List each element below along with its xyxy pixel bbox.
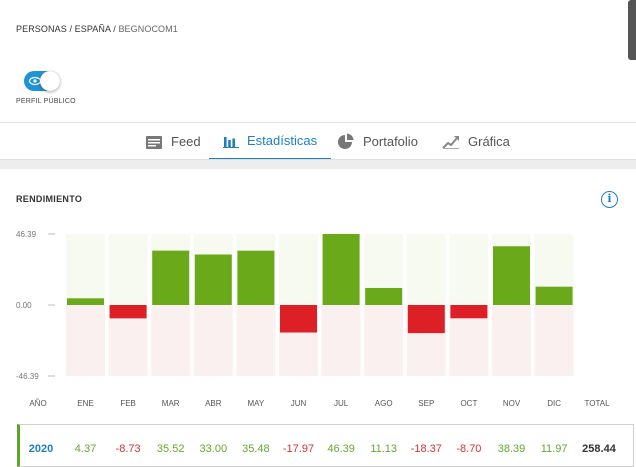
header-month-mar: MAR bbox=[161, 399, 180, 408]
header-month-ago: AGO bbox=[374, 399, 393, 408]
toggle-knob bbox=[40, 71, 60, 91]
breadcrumb-espana[interactable]: ESPAÑA bbox=[75, 24, 111, 34]
row-value-jul: 46.39 bbox=[327, 443, 355, 455]
tab-estadisticas[interactable]: Estadísticas bbox=[209, 123, 332, 160]
info-icon[interactable]: i bbox=[601, 191, 618, 208]
bar-background-negative bbox=[534, 305, 574, 376]
row-value-nov: 38.39 bbox=[497, 443, 526, 455]
header-month-sep: SEP bbox=[418, 399, 435, 408]
header-year: AÑO bbox=[29, 399, 47, 408]
row-value-abr: 33.00 bbox=[199, 443, 228, 455]
section-divider bbox=[0, 159, 636, 169]
public-profile-label: PERFIL PÚBLICO bbox=[16, 98, 76, 105]
bar-jul bbox=[322, 234, 360, 305]
bar-nov bbox=[493, 246, 530, 305]
header-month-oct: OCT bbox=[460, 399, 478, 408]
row-value-dic: 11.97 bbox=[540, 443, 568, 455]
scrollbar-thumb[interactable] bbox=[628, 0, 636, 60]
tab-grafica[interactable]: Gráfica bbox=[442, 123, 510, 160]
bar-oct bbox=[450, 305, 488, 319]
tab-grafica-label: Gráfica bbox=[468, 134, 510, 149]
bar-background-positive bbox=[279, 234, 318, 305]
tab-feed[interactable]: Feed bbox=[145, 123, 201, 160]
row-value-mar: 35.52 bbox=[156, 443, 185, 455]
header-month-jun: JUN bbox=[290, 399, 307, 408]
bar-may bbox=[237, 250, 275, 305]
trend-chart-icon bbox=[442, 135, 459, 149]
header-month-ene: ENE bbox=[77, 399, 94, 408]
header-total: TOTAL bbox=[584, 399, 610, 408]
header-month-abr: ABR bbox=[205, 399, 222, 408]
bar-background-positive bbox=[406, 234, 446, 305]
header-month-may: MAY bbox=[247, 399, 265, 408]
table-header-row: AÑO TOTAL ENE FEB MAR ABR MAY JUN JUL AGO SEP OCT… bbox=[0, 399, 636, 413]
header-month-feb: FEB bbox=[120, 399, 136, 408]
breadcrumb-personas[interactable]: PERSONAS bbox=[16, 24, 67, 34]
bar-jun bbox=[280, 305, 317, 333]
header-month-jul: JUL bbox=[333, 399, 349, 408]
tab-portafolio[interactable]: Portafolio bbox=[337, 123, 418, 160]
bar-background-negative bbox=[321, 305, 361, 376]
row-value-sep: -18.37 bbox=[410, 443, 442, 455]
tab-feed-label: Feed bbox=[171, 134, 201, 149]
row-year[interactable]: 2020 bbox=[29, 443, 53, 455]
bar-background-negative bbox=[492, 305, 531, 376]
bar-feb bbox=[109, 305, 147, 319]
breadcrumb-current: BEGNOCOM1 bbox=[118, 24, 178, 34]
bar-mar bbox=[152, 250, 190, 305]
bar-background-negative bbox=[364, 305, 404, 376]
row-value-ene: 4.37 bbox=[74, 443, 97, 455]
header-month-nov: NOV bbox=[502, 399, 521, 408]
bar-background-negative bbox=[151, 305, 191, 376]
tab-portafolio-label: Portafolio bbox=[363, 134, 418, 149]
performance-chart: 46.39 0.00 -46.39 bbox=[16, 230, 574, 381]
bar-abr bbox=[194, 254, 232, 305]
bar-background-negative bbox=[66, 305, 105, 376]
y-tick-label: -46.39 bbox=[16, 372, 39, 381]
bar-chart-icon bbox=[223, 136, 239, 148]
tab-estadisticas-label: Estadísticas bbox=[247, 133, 318, 148]
public-profile-toggle[interactable] bbox=[24, 71, 60, 91]
row-value-feb: -8.73 bbox=[115, 443, 141, 455]
bar-background-negative bbox=[193, 305, 233, 376]
bar-background-positive bbox=[108, 234, 148, 305]
row-value-ago: 11.13 bbox=[370, 443, 398, 455]
tabs-bar: Feed Estadísticas Portafolio Gráfica bbox=[0, 122, 636, 160]
y-tick-label: 46.39 bbox=[16, 230, 37, 239]
section-title: RENDIMIENTO bbox=[16, 194, 83, 204]
bar-background-positive bbox=[449, 234, 489, 305]
row-value-jun: -17.97 bbox=[282, 443, 315, 455]
y-tick-label: 0.00 bbox=[16, 301, 32, 310]
header-month-dic: DIC bbox=[547, 399, 561, 408]
pie-chart-icon bbox=[338, 133, 354, 149]
feed-icon bbox=[146, 135, 162, 149]
bar-dic bbox=[535, 286, 573, 305]
bar-ene bbox=[67, 298, 104, 305]
bar-sep bbox=[407, 305, 445, 334]
row-total: 258.44 bbox=[582, 443, 616, 455]
bar-background-negative bbox=[236, 305, 276, 376]
bar-background-positive bbox=[66, 234, 105, 305]
row-value-oct: -8.70 bbox=[456, 443, 482, 455]
breadcrumb: PERSONAS / ESPAÑA / BEGNOCOM1 bbox=[16, 24, 178, 34]
bar-ago bbox=[365, 287, 403, 305]
row-value-may: 35.48 bbox=[242, 443, 270, 455]
table-row: 2020 258.44 4.37 -8.73 35.52 33.00 35.48 -17.… bbox=[17, 424, 634, 467]
